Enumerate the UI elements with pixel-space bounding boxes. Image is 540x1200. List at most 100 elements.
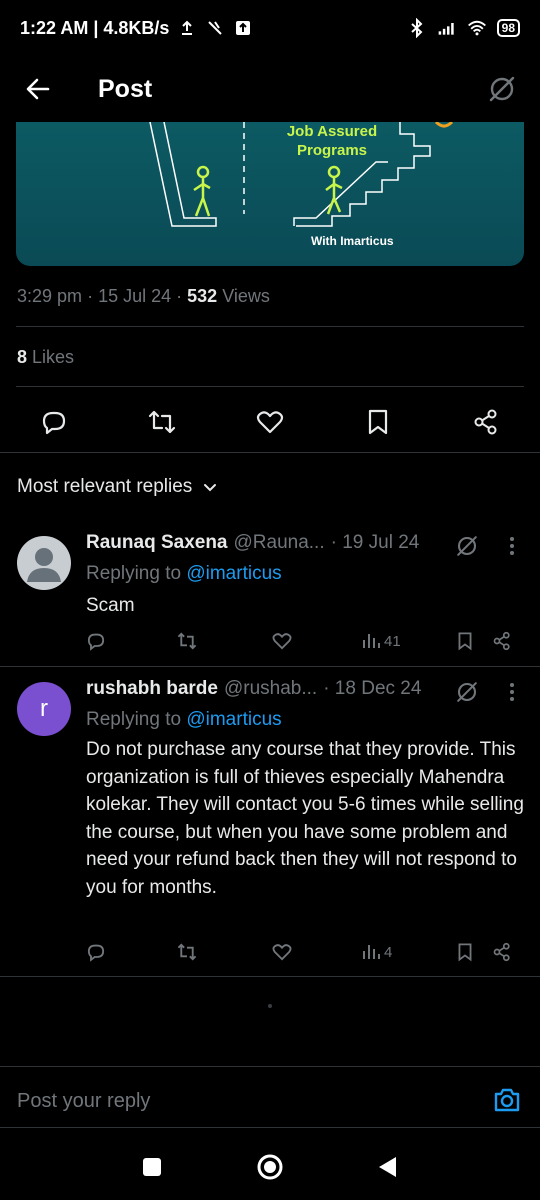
status-left: 1:22 AM | 4.8KB/s: [20, 18, 253, 39]
media-illustration: [149, 122, 454, 227]
home-button[interactable]: [255, 1152, 285, 1182]
post-actions: [0, 392, 540, 452]
replying-to-label: Replying to: [86, 709, 182, 730]
camera-button[interactable]: [492, 1085, 522, 1115]
bookmark-button[interactable]: [456, 942, 474, 962]
repost-button[interactable]: [176, 942, 198, 962]
grok-icon: [457, 536, 477, 556]
status-time: 1:22 AM | 4.8KB/s: [20, 17, 170, 38]
reply-item[interactable]: Raunaq Saxena @Rauna... · 19 Jul 24 Repl…: [0, 520, 540, 666]
bookmark-button[interactable]: [362, 406, 394, 438]
share-button[interactable]: [492, 631, 512, 651]
chevron-down-icon: [204, 484, 217, 492]
reply-icon: [87, 633, 105, 651]
share-icon: [474, 409, 497, 435]
loading-indicator: [268, 1004, 272, 1008]
views-count: 41: [384, 632, 401, 650]
bookmark-icon: [368, 409, 388, 435]
grok-button[interactable]: [453, 532, 481, 560]
square-icon: [143, 1158, 161, 1176]
default-avatar-icon: [27, 548, 61, 582]
likes-summary[interactable]: 8 Likes: [17, 347, 74, 368]
status-right: 98: [407, 18, 520, 38]
bluetooth-icon: [410, 18, 423, 38]
reply-author-name[interactable]: rushabh barde: [86, 678, 218, 700]
reply-actions: 41: [86, 626, 526, 656]
back-button[interactable]: [20, 71, 56, 107]
share-button[interactable]: [492, 942, 512, 962]
heart-icon: [272, 633, 292, 650]
grok-button[interactable]: [484, 71, 520, 107]
like-button[interactable]: [254, 406, 286, 438]
post-time: 3:29 pm: [17, 286, 83, 306]
views-chart-icon: [363, 945, 380, 959]
replying-to-label: Replying to: [86, 563, 182, 584]
replying-to-handle[interactable]: @imarticus: [186, 709, 281, 730]
reply-item[interactable]: r rushabh barde @rushab... · 18 Dec 24 R…: [0, 666, 540, 976]
like-button[interactable]: [272, 942, 292, 962]
avatar[interactable]: r: [17, 682, 71, 736]
repost-icon: [177, 632, 197, 650]
bookmark-icon: [458, 943, 472, 962]
divider: [0, 976, 540, 977]
divider: [16, 386, 524, 387]
bookmark-button[interactable]: [456, 631, 474, 651]
post-timestamp-views: 3:29 pm · 15 Jul 24 · 532 Views: [17, 286, 270, 307]
likes-count: 8: [17, 347, 28, 367]
reply-header: Raunaq Saxena @Rauna... · 19 Jul 24: [86, 532, 419, 554]
reply-icon: [87, 944, 105, 962]
more-options-button[interactable]: [502, 532, 522, 560]
wifi-icon: [467, 20, 486, 36]
reply-icon: [42, 411, 66, 435]
page-title: Post: [98, 74, 153, 103]
media-caption-top: Job Assured Programs: [286, 123, 378, 159]
reply-date: · 19 Jul 24: [330, 532, 420, 553]
reply-author-handle[interactable]: @Rauna...: [234, 532, 325, 554]
grok-button[interactable]: [453, 678, 481, 706]
share-icon: [493, 942, 510, 962]
reply-author-name[interactable]: Raunaq Saxena: [86, 532, 228, 554]
more-vertical-icon: [510, 537, 514, 555]
views-label: Views: [222, 286, 270, 306]
post-date: 15 Jul 24: [98, 286, 172, 306]
post-media-image[interactable]: Job Assured Programs With Imarticus: [16, 122, 524, 266]
replying-to: Replying to @imarticus: [86, 563, 282, 585]
views-count: 532: [187, 286, 218, 306]
views-button[interactable]: 41: [362, 632, 401, 650]
post-header: Post: [0, 56, 540, 122]
repost-button[interactable]: [176, 631, 198, 651]
more-options-button[interactable]: [502, 678, 522, 706]
replying-to-handle[interactable]: @imarticus: [186, 563, 281, 584]
reply-author-handle[interactable]: @rushab...: [224, 678, 317, 700]
reply-button[interactable]: [38, 406, 70, 438]
reply-text: Scam: [86, 595, 135, 616]
media-caption-bottom: With Imarticus: [311, 234, 394, 248]
views-button[interactable]: 4: [362, 943, 392, 961]
repost-button[interactable]: [146, 406, 178, 438]
reply-button[interactable]: [86, 631, 106, 651]
views-chart-icon: [363, 634, 380, 648]
recents-button[interactable]: [137, 1152, 167, 1182]
bookmark-icon: [458, 632, 472, 651]
separator-dot: ·: [176, 286, 188, 306]
repost-icon: [148, 410, 176, 434]
avatar[interactable]: [17, 536, 71, 590]
divider: [16, 326, 524, 327]
system-nav-bar: [0, 1130, 540, 1200]
home-circle-icon: [257, 1154, 283, 1180]
back-nav-button[interactable]: [372, 1152, 402, 1182]
replies-sort-label: Most relevant replies: [17, 476, 193, 497]
divider: [0, 452, 540, 453]
battery-indicator: 98: [496, 19, 520, 37]
reply-composer[interactable]: Post your reply: [0, 1066, 540, 1128]
share-button[interactable]: [470, 406, 502, 438]
share-icon: [493, 631, 510, 651]
reply-actions: 4: [86, 937, 526, 967]
reply-text: Do not purchase any course that they pro…: [86, 739, 524, 898]
signal-off-icon: [208, 21, 223, 35]
reply-date: · 18 Dec 24: [323, 678, 422, 699]
like-button[interactable]: [272, 631, 292, 651]
reply-button[interactable]: [86, 942, 106, 962]
replies-sort-dropdown[interactable]: Most relevant replies: [17, 476, 218, 498]
reply-input-placeholder[interactable]: Post your reply: [17, 1090, 150, 1113]
